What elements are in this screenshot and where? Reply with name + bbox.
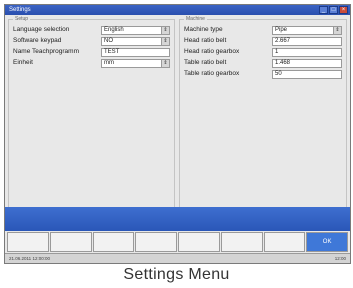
softkey-4[interactable] [135,232,177,252]
table-ratio-gearbox-row: Table ratio gearbox [184,69,239,79]
software-keypad-dropdown[interactable]: NO ⇕ [101,37,170,46]
table-ratio-gearbox-label: Table ratio gearbox [184,70,240,77]
language-dropdown[interactable]: English ⇕ [101,26,170,35]
name-teachprogramm-label: Name Teachprogramm [13,48,79,55]
language-label: Language selection [13,26,70,33]
close-icon[interactable]: × [339,6,348,14]
machine-type-label: Machine type [184,26,223,33]
machine-type-row: Machine type [184,25,223,35]
machine-group: Machine Machine type Pipe ⇕ Head ratio b… [179,16,347,215]
softkey-bar: OK [5,232,350,252]
softkey-3[interactable] [92,232,135,252]
ok-button[interactable]: OK [306,232,348,252]
head-ratio-belt-label: Head ratio belt [184,37,227,44]
head-ratio-gearbox-input[interactable]: 1 [272,48,342,57]
head-ratio-gearbox-value: 1 [275,49,279,55]
chevron-down-icon: ⇕ [161,27,169,34]
setup-group-legend: Setup [13,16,31,23]
head-ratio-belt-input[interactable]: 2.667 [272,37,342,46]
table-ratio-belt-label: Table ratio belt [184,59,227,66]
softkey-7[interactable] [263,232,306,252]
einheit-value: mm [104,60,114,66]
chevron-down-icon: ⇕ [333,27,341,34]
message-area [5,207,350,231]
einheit-row: Einheit [13,58,33,68]
window-controls: _ □ × [319,6,348,14]
window-title: Settings [9,7,31,13]
language-value: English [104,27,124,33]
figure-caption: Settings Menu [123,266,230,283]
name-teachprogramm-input[interactable]: TEST [101,48,170,57]
software-keypad-value: NO [104,38,113,44]
minimize-icon[interactable]: _ [319,6,328,14]
hmi-screen: Settings _ □ × Setup Language selection … [4,4,351,264]
table-ratio-belt-row: Table ratio belt [184,58,226,68]
head-ratio-belt-value: 2.667 [275,38,291,44]
head-ratio-gearbox-row: Head ratio gearbox [184,47,239,57]
softkey-1[interactable] [7,232,49,252]
table-ratio-gearbox-value: 50 [275,71,282,77]
machine-group-legend: Machine [184,16,207,23]
head-ratio-belt-row: Head ratio belt [184,36,226,46]
chevron-down-icon: ⇕ [161,60,169,67]
software-keypad-label: Software keypad [13,37,62,44]
chevron-down-icon: ⇕ [161,38,169,45]
table-ratio-belt-input[interactable]: 1.468 [272,59,342,68]
window-titlebar: Settings _ □ × [5,5,350,15]
einheit-dropdown[interactable]: mm ⇕ [101,59,170,68]
einheit-label: Einheit [13,59,33,66]
machine-type-dropdown[interactable]: Pipe ⇕ [272,26,342,35]
setup-group: Setup Language selection English ⇕ Softw… [8,16,175,215]
table-ratio-gearbox-input[interactable]: 50 [272,70,342,79]
software-keypad-row: Software keypad [13,36,61,46]
name-teachprogramm-row: Name Teachprogramm [13,47,79,57]
softkey-2[interactable] [49,232,92,252]
name-teachprogramm-value: TEST [104,49,120,55]
machine-type-value: Pipe [275,27,288,33]
head-ratio-gearbox-label: Head ratio gearbox [184,48,240,55]
table-ratio-belt-value: 1.468 [275,60,291,66]
softkey-6[interactable] [220,232,263,252]
language-row: Language selection [13,25,69,35]
maximize-icon[interactable]: □ [329,6,338,14]
softkey-5[interactable] [178,232,220,252]
